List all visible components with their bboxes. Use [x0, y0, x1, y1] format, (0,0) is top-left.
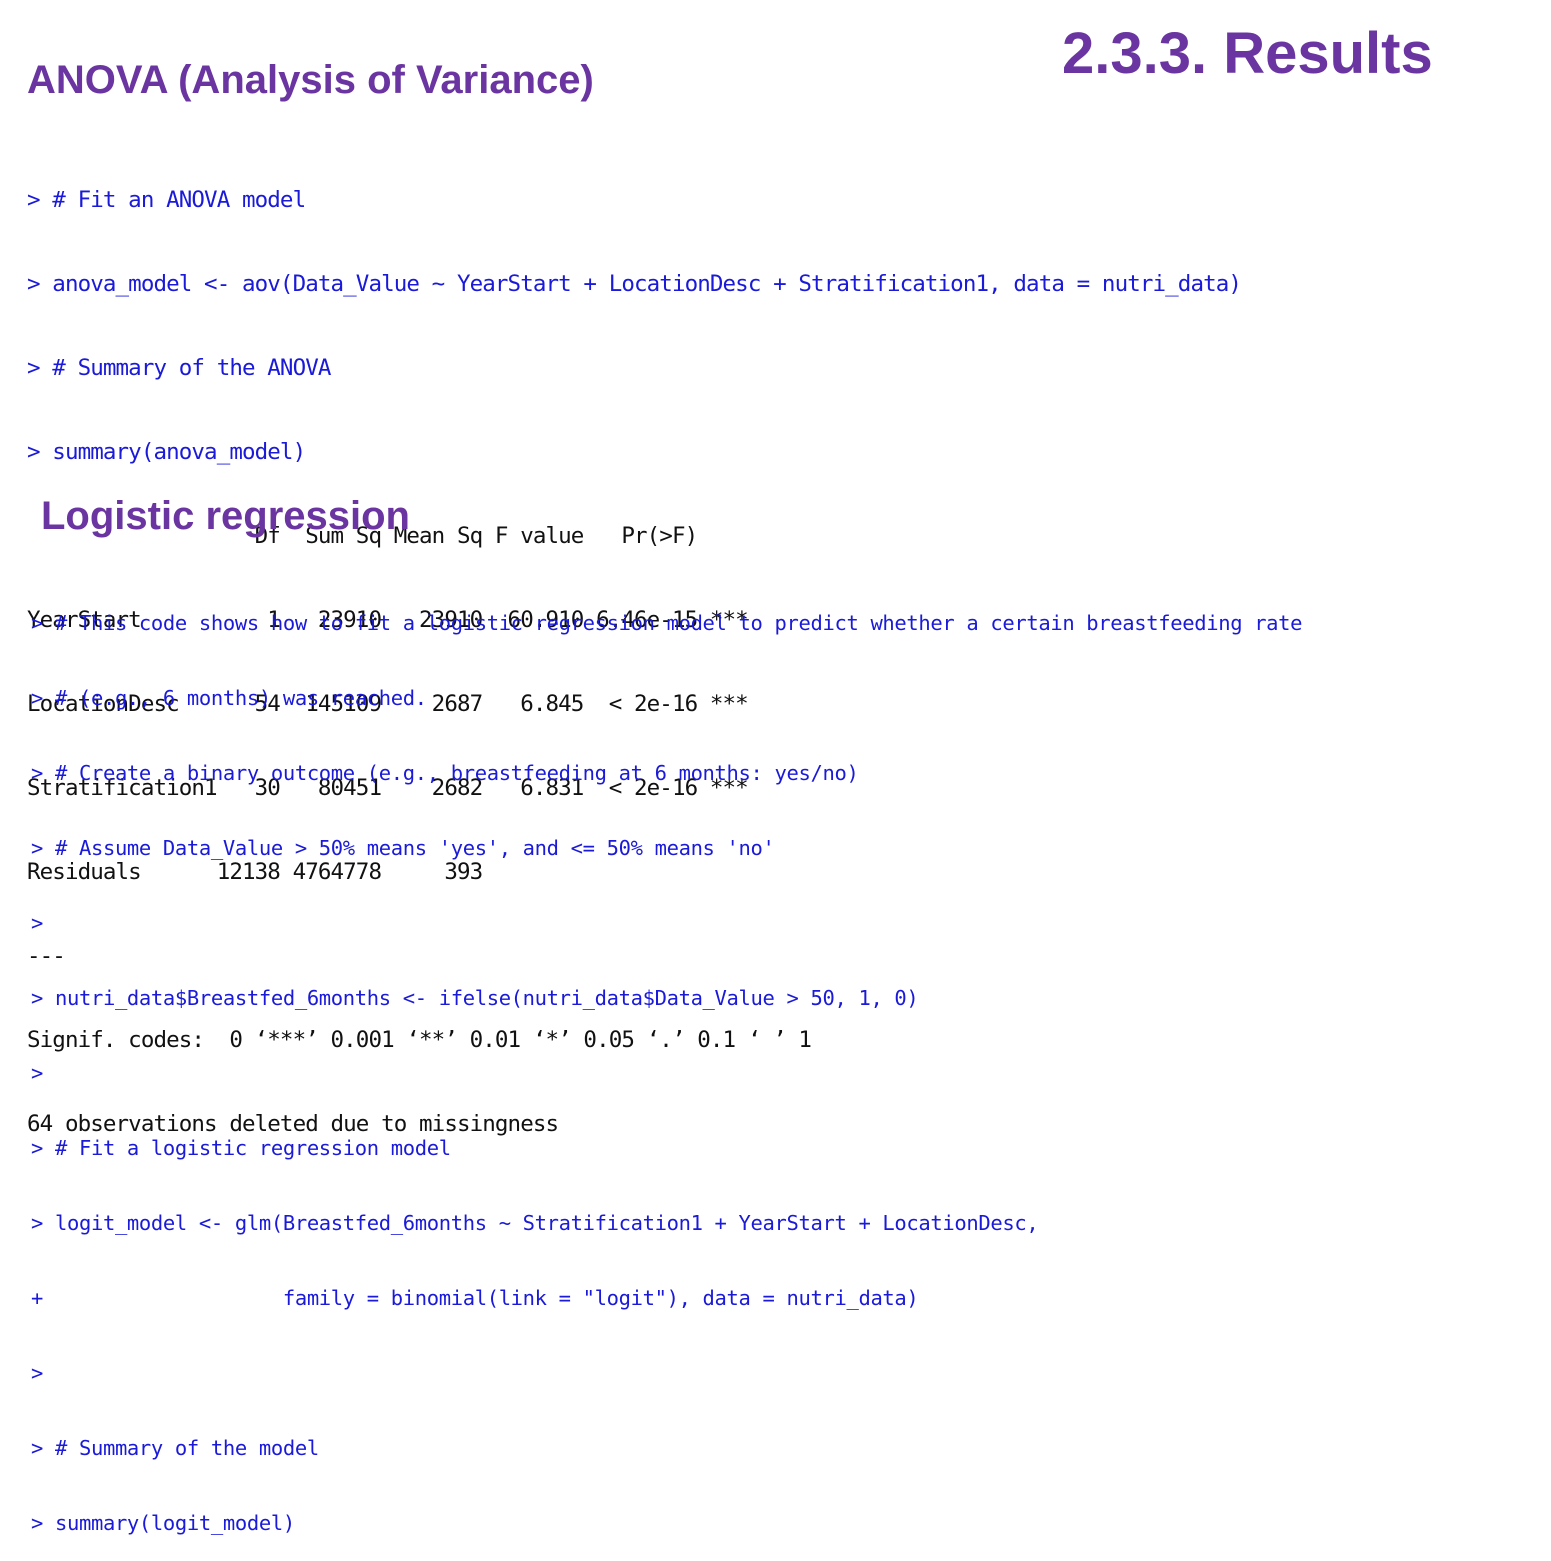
console-line: > # Summary of the model [31, 1436, 319, 1460]
logistic-heading: Logistic regression [41, 494, 410, 538]
console-line: > [31, 1361, 55, 1385]
console-line: > summary(anova_model) [27, 439, 306, 465]
console-line: > # Summary of the ANOVA [27, 355, 331, 381]
anova-heading: ANOVA (Analysis of Variance) [27, 58, 594, 102]
console-line: > # Fit a logistic regression model [31, 1136, 451, 1160]
slide-title: 2.3.3. Results [1062, 21, 1433, 86]
logistic-console-output: > # This code shows how to fit a logisti… [31, 561, 1303, 1561]
console-line: > # This code shows how to fit a logisti… [31, 611, 1303, 635]
console-line: > # (e.g., 6 months) was reached. [31, 686, 427, 710]
console-line: > [31, 1061, 55, 1085]
console-line: > # Assume Data_Value > 50% means 'yes',… [31, 836, 775, 860]
console-line: > # Create a binary outcome (e.g., breas… [31, 761, 859, 785]
console-line: > nutri_data$Breastfed_6months <- ifelse… [31, 986, 919, 1010]
console-line: > [31, 911, 55, 935]
console-line: > logit_model <- glm(Breastfed_6months ~… [31, 1211, 1039, 1235]
console-line: + family = binomial(link = "logit"), dat… [31, 1286, 919, 1310]
console-line: > summary(logit_model) [31, 1511, 295, 1535]
console-line: > anova_model <- aov(Data_Value ~ YearSt… [27, 271, 1242, 297]
console-line: > # Fit an ANOVA model [27, 187, 306, 213]
